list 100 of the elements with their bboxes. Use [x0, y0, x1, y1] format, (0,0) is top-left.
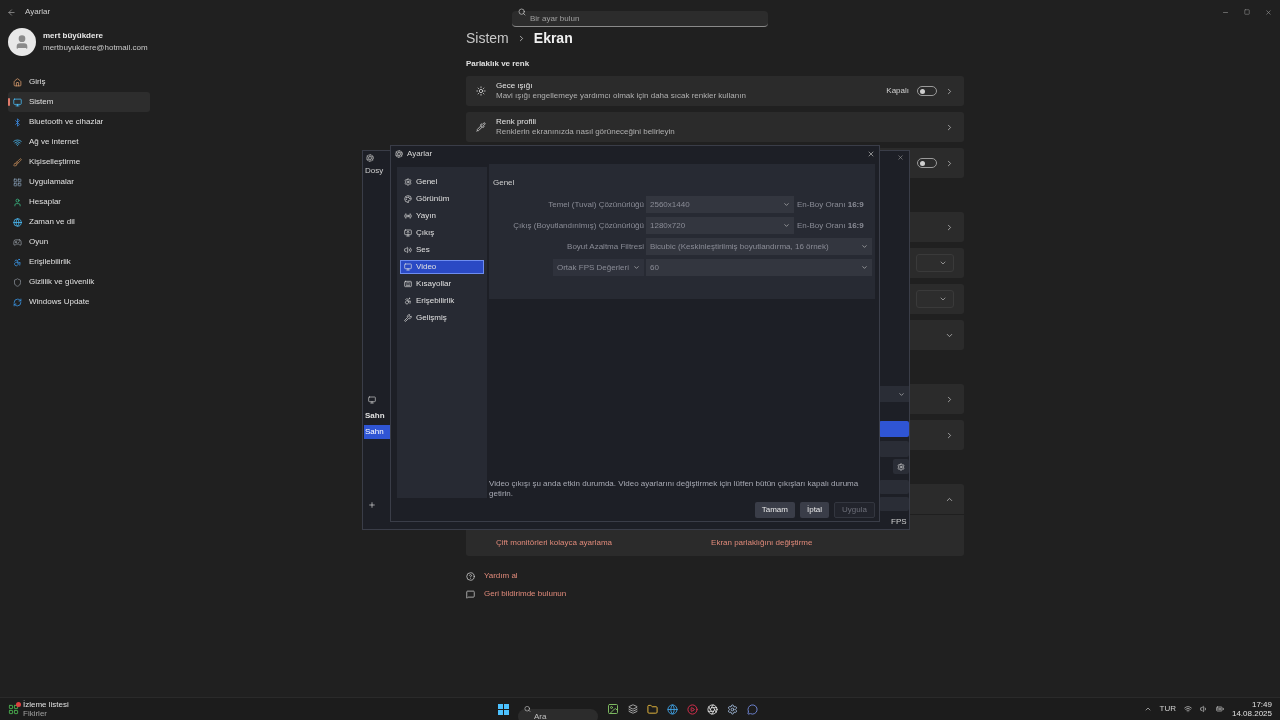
- category-item[interactable]: Erişebilirlik: [400, 293, 484, 308]
- chat-icon[interactable]: [747, 703, 758, 715]
- palette-icon: [404, 194, 412, 203]
- category-item[interactable]: Kısayollar: [400, 276, 484, 291]
- nav-item[interactable]: Hesaplar: [8, 192, 150, 212]
- settings-card[interactable]: Renk profili Renklerin ekranınızda nasıl görüneceğini belirleyin: [466, 112, 964, 142]
- pipette-icon: [476, 122, 486, 132]
- chevron-up-icon[interactable]: [1143, 705, 1152, 713]
- nav-item[interactable]: Erişilebilirlik: [8, 252, 150, 272]
- caret-icon: [783, 201, 790, 208]
- nav-item[interactable]: Windows Update: [8, 292, 150, 312]
- play-icon[interactable]: [687, 703, 698, 715]
- nav-item[interactable]: Ağ ve internet: [8, 132, 150, 152]
- menu-item[interactable]: Dosy: [365, 165, 391, 177]
- globe-icon: [13, 217, 22, 227]
- caret-icon: [633, 264, 640, 271]
- monitor-icon: [13, 97, 22, 107]
- aperture-icon[interactable]: [707, 703, 718, 715]
- nav-item[interactable]: Uygulamalar: [8, 172, 150, 192]
- person-silhouette-icon: [14, 34, 30, 50]
- scene-item[interactable]: Sahn: [364, 425, 391, 439]
- gear-icon[interactable]: [727, 703, 738, 715]
- caret-icon: [783, 222, 790, 229]
- speaker-icon: [404, 245, 412, 254]
- task-view-icon[interactable]: [628, 704, 638, 714]
- category-item[interactable]: Görünüm: [400, 191, 484, 206]
- nav-item[interactable]: Oyun: [8, 232, 150, 252]
- settings-button[interactable]: [893, 459, 909, 474]
- profile-email: mertbuyukdere@hotmail.com: [43, 42, 148, 54]
- browser-icon[interactable]: [667, 703, 678, 715]
- nav-item[interactable]: Sistem: [8, 92, 150, 112]
- related-link[interactable]: Çift monitörleri kolayca ayarlama: [496, 537, 613, 549]
- widget-subtitle: Fikirler: [23, 709, 48, 718]
- chevron-right-icon: [945, 430, 954, 440]
- search-icon: [524, 705, 531, 713]
- close-icon[interactable]: [897, 154, 904, 161]
- chevron-right-icon: [945, 222, 954, 232]
- footer-link[interactable]: Yardım al: [484, 570, 518, 582]
- shield-icon: [13, 277, 22, 287]
- nav-item[interactable]: Kişiselleştirme: [8, 152, 150, 172]
- card-description: Renklerin ekranınızda nasıl görüneceğini belirleyin: [496, 127, 676, 137]
- help-icon: [466, 571, 475, 581]
- bluetooth-icon: [13, 117, 22, 127]
- caret-icon: [861, 243, 868, 250]
- aspect-ratio-text: En-Boy Oranı 16:9: [797, 219, 864, 232]
- battery-icon[interactable]: [1215, 705, 1224, 713]
- warning-message: Video çıkışı şu anda etkin durumda. Video ayarlarını değiştirmek için lütfen bütün çıkışları kapalı duruma getirin.: [489, 479, 860, 499]
- field-label: Temel (Tuval) Çözünürlüğü: [548, 198, 644, 211]
- gear-icon: [897, 462, 905, 471]
- card-title: Renk profili: [496, 117, 537, 127]
- volume-icon[interactable]: [1199, 705, 1208, 713]
- home-icon: [13, 77, 22, 87]
- category-item[interactable]: Gelişmiş: [400, 310, 484, 325]
- search-field[interactable]: Bir ayar bulun: [512, 11, 768, 27]
- app-logo-icon: [395, 149, 403, 158]
- nav-item[interactable]: Zaman ve dil: [8, 212, 150, 232]
- output-icon: [404, 228, 412, 237]
- close-icon[interactable]: [1265, 8, 1272, 16]
- category-item[interactable]: Ses: [400, 242, 484, 257]
- start-icon[interactable]: [498, 703, 509, 715]
- image-icon[interactable]: [607, 703, 619, 715]
- keyboard-icon: [404, 279, 412, 288]
- widget-icon[interactable]: [8, 703, 19, 715]
- clock-time[interactable]: 17:49: [1251, 700, 1272, 709]
- category-item[interactable]: Çıkış: [400, 225, 484, 240]
- monitor-icon: [368, 396, 376, 404]
- folder-icon[interactable]: [647, 703, 658, 715]
- network-icon[interactable]: [1183, 705, 1192, 713]
- nav-item[interactable]: Giriş: [8, 72, 150, 92]
- category-item[interactable]: Yayın: [400, 208, 484, 223]
- breadcrumb-item: Ekran: [533, 28, 573, 48]
- back-arrow-icon[interactable]: [7, 7, 16, 17]
- nav-item[interactable]: Bluetooth ve cihazlar: [8, 112, 150, 132]
- close-icon[interactable]: [867, 149, 875, 158]
- clock-date[interactable]: 14.08.2025: [1231, 709, 1272, 718]
- category-item[interactable]: Video: [400, 259, 484, 274]
- maximize-icon[interactable]: [1244, 9, 1250, 15]
- accessibility-icon: [13, 257, 22, 267]
- profile-name: mert büyükdere: [43, 30, 105, 42]
- add-icon[interactable]: [368, 501, 376, 509]
- settings-card[interactable]: Gece ışığı Mavi ışığı engellemeye yardımcı olmak için daha sıcak renkler kullanın Kapalı: [466, 76, 964, 106]
- gear-icon: [404, 177, 412, 186]
- dialog-button[interactable]: İptal: [799, 502, 830, 518]
- widget-title: İzleme listesi: [23, 700, 69, 709]
- footer-link[interactable]: Geri bildirimde bulunun: [484, 588, 567, 600]
- field-label: Boyut Azaltma Filtresi: [567, 240, 644, 253]
- update-icon: [13, 297, 22, 307]
- search-field[interactable]: Ara: [518, 708, 598, 720]
- feedback-icon: [466, 589, 475, 599]
- chevron-right-icon: [945, 86, 954, 96]
- app-logo-icon: [366, 154, 374, 162]
- related-link[interactable]: Ekran parlaklığını değiştirme: [711, 537, 813, 549]
- antenna-icon: [404, 211, 412, 220]
- language-indicator[interactable]: TUR: [1159, 703, 1176, 715]
- dialog-button[interactable]: Tamam: [754, 502, 795, 518]
- nav-item[interactable]: Gizlilik ve güvenlik: [8, 272, 150, 292]
- chevron-right-icon: [945, 158, 954, 168]
- category-item[interactable]: Genel: [400, 174, 484, 189]
- breadcrumb-item[interactable]: Sistem: [466, 27, 509, 49]
- panel-header: Sahn: [365, 410, 386, 422]
